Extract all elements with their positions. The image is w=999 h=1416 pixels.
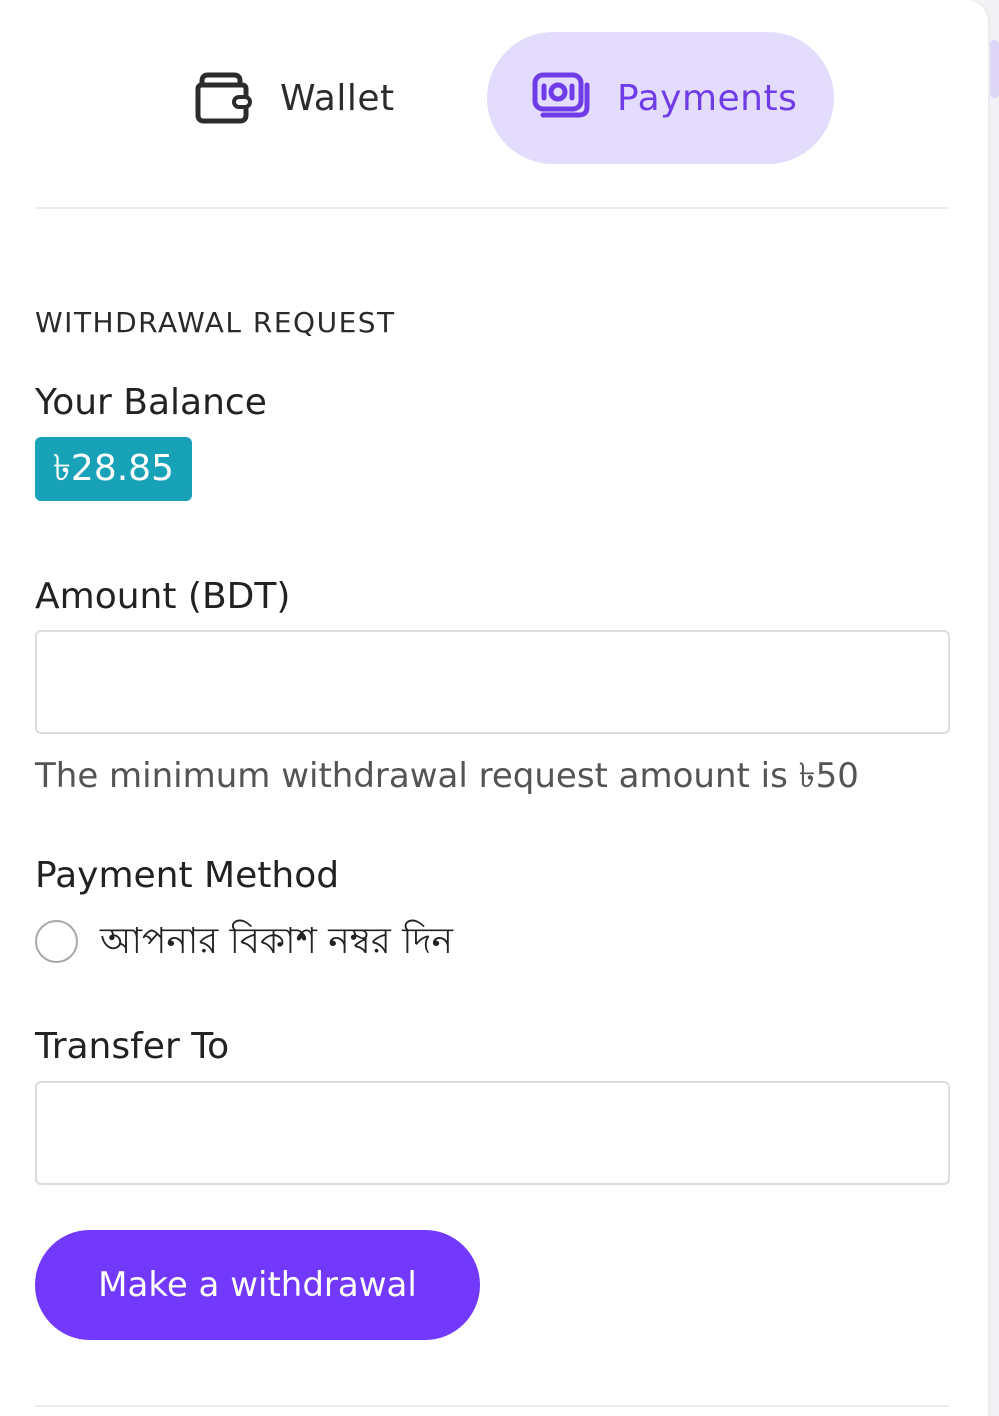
make-withdrawal-button[interactable]: Make a withdrawal [35,1230,480,1340]
amount-help-text: The minimum withdrawal request amount is… [35,756,859,796]
balance-label: Your Balance [35,382,267,423]
payment-method-radio[interactable] [35,920,78,963]
payment-method-label: Payment Method [35,855,340,896]
tab-wallet[interactable]: Wallet [172,32,424,164]
tab-payments-label: Payments [617,77,798,119]
balance-badge: ৳28.85 [35,437,192,501]
tab-wallet-label: Wallet [280,77,395,119]
payment-method-option-label[interactable]: আপনার বিকাশ নম্বর দিন [100,914,453,974]
tabs-divider [35,207,949,209]
transfer-to-input[interactable] [35,1081,950,1185]
amount-label: Amount (BDT) [35,576,291,617]
wallet-icon [194,69,256,127]
transfer-to-label: Transfer To [35,1026,230,1067]
tab-payments[interactable]: Payments [487,32,834,164]
amount-input[interactable] [35,630,950,734]
bottom-divider [35,1405,949,1407]
scrollbar-thumb[interactable] [990,40,999,98]
withdrawal-card: Wallet Payments WITHDRAWAL REQUEST Your … [0,0,988,1416]
money-icon [531,69,593,127]
section-title: WITHDRAWAL REQUEST [35,306,396,339]
